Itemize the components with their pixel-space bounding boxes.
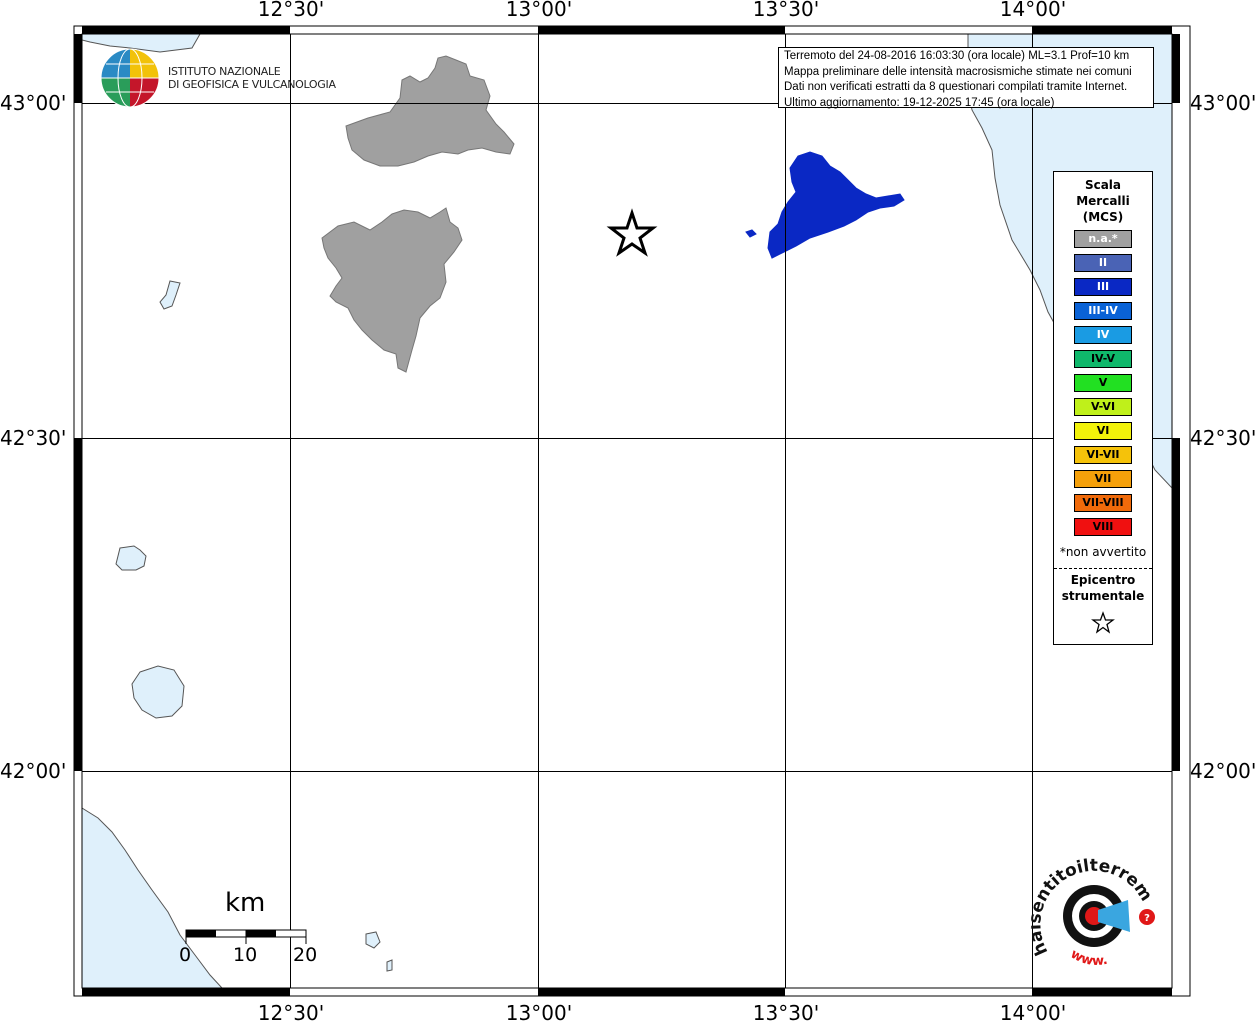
svg-text:www.: www. (1068, 947, 1109, 969)
lat-label-right-1: 43°00' (1190, 91, 1255, 115)
svg-text:haisentitoilterremoto.it: haisentitoilterremoto.it (1030, 852, 1156, 958)
lake-5 (386, 959, 393, 972)
scale-bar-tick-0: 0 (179, 944, 192, 966)
legend-divider (1054, 568, 1152, 569)
event-info-line1: Terremoto del 24-08-2016 16:03:30 (ora l… (784, 50, 1130, 62)
legend-title-line2: Mercalli (1076, 194, 1130, 208)
hsit-logo-www: www. (1068, 947, 1109, 969)
legend-swatch-v: V (1074, 374, 1132, 392)
legend-swatch-viii: VIII (1074, 518, 1132, 536)
legend-title-line3: (MCS) (1082, 210, 1124, 224)
ingv-logo-line2: DI GEOFISICA E VULCANOLOGIA (168, 78, 336, 91)
legend-epicenter-line2: strumentale (1061, 589, 1145, 603)
ingv-logo-line1: ISTITUTO NAZIONALE (168, 65, 281, 78)
lon-label-top-4: 14°00' (999, 0, 1067, 21)
event-info-line4: Ultimo aggiornamento: 19-12-2025 17:45 (… (784, 96, 1055, 109)
legend-title: Scala Mercalli (MCS) (1054, 177, 1152, 225)
lon-label-bottom-1: 12°30' (257, 1001, 325, 1025)
legend-not-felt-note: *non avvertito (1059, 545, 1147, 559)
lat-label-left-2: 42°30' (0, 426, 67, 450)
legend-swatch-vi-vii: VI-VII (1074, 446, 1132, 464)
legend-star-icon (1091, 611, 1115, 634)
legend-swatch-v-vi: V-VI (1074, 398, 1132, 416)
legend-swatch-iii: III (1074, 278, 1132, 296)
lat-label-left-3: 42°00' (0, 759, 67, 783)
lon-label-top-2: 13°00' (505, 0, 573, 21)
legend-swatch-ii: II (1074, 254, 1132, 272)
hsit-logo-name: haisentitoilterremoto.it (1030, 852, 1156, 958)
lat-label-right-3: 42°00' (1190, 759, 1255, 783)
legend-swatch-iii-iv: III-IV (1074, 302, 1132, 320)
legend-swatch-iv-v: IV-V (1074, 350, 1132, 368)
legend-swatch-vi: VI (1074, 422, 1132, 440)
scale-bar-unit: km (225, 888, 266, 918)
legend-swatch-vii: VII (1074, 470, 1132, 488)
scale-bar-tick-10: 10 (233, 944, 258, 966)
lat-label-left-1: 43°00' (0, 91, 67, 115)
ingv-logo-text: ISTITUTO NAZIONALE DI GEOFISICA E VULCAN… (168, 65, 336, 91)
event-info-line2: Mappa preliminare delle intensità macros… (784, 65, 1132, 78)
hsit-logo-text: haisentitoilterremoto.it www. (1030, 852, 1156, 969)
legend-swatch-iv: IV (1074, 326, 1132, 344)
lon-label-bottom-4: 14°00' (999, 1001, 1067, 1025)
lon-label-top-3: 13°30' (752, 0, 820, 21)
lon-label-bottom-3: 13°30' (752, 1001, 820, 1025)
legend-swatch-vii-viii: VII-VIII (1074, 494, 1132, 512)
legend-swatch-n-a: n.a.* (1074, 230, 1132, 248)
lon-label-top-1: 12°30' (257, 0, 325, 21)
intensity-legend: Scala Mercalli (MCS) n.a.* II III III-IV IV I… (1053, 171, 1153, 645)
legend-epicenter-title: Epicentro strumentale (1054, 572, 1152, 604)
scale-bar-tick-20: 20 (293, 944, 318, 966)
event-info-box: Terremoto del 24-08-2016 16:03:30 (ora l… (778, 47, 1154, 109)
legend-epicenter-line1: Epicentro (1070, 573, 1136, 587)
lat-label-right-2: 42°30' (1190, 426, 1255, 450)
legend-title-line1: Scala (1084, 178, 1122, 192)
lon-label-bottom-2: 13°00' (505, 1001, 573, 1025)
event-info-line3: Dati non verificati estratti da 8 questi… (784, 81, 1128, 93)
ingv-globe-icon (100, 48, 160, 108)
